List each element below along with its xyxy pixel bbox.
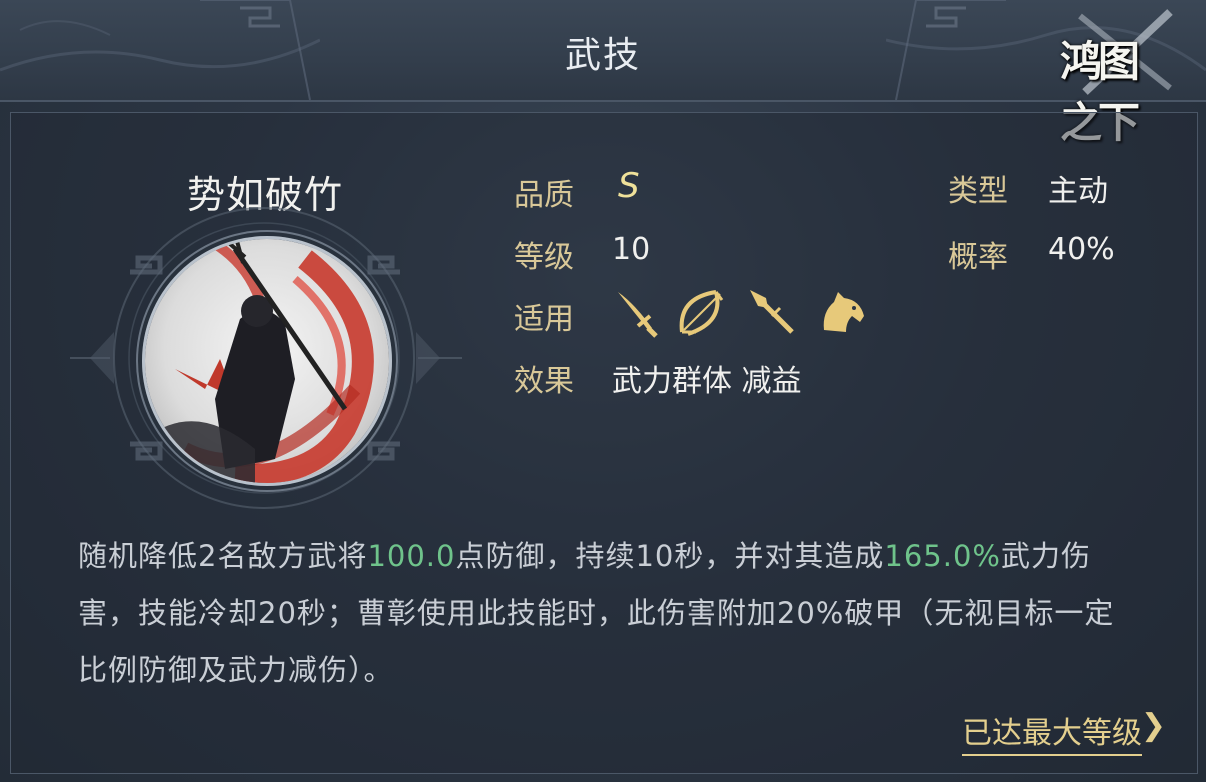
description-text-1: 随机降低2名敌方武将 (78, 539, 368, 573)
defense-reduction-value: 100.0 (367, 539, 456, 573)
effect-label: 效果 (514, 364, 574, 399)
warrior-artwork-icon (145, 239, 389, 483)
quality-value: S (618, 166, 640, 206)
type-label: 类型 (948, 174, 1008, 209)
skill-portrait (142, 236, 392, 486)
level-label: 等级 (514, 240, 574, 275)
level-value: 10 (612, 232, 651, 267)
chance-label: 概率 (948, 240, 1008, 275)
type-value: 主动 (1048, 174, 1108, 209)
bow-icon (679, 290, 724, 336)
sword-icon (618, 292, 658, 338)
description-text-2: 点防御，持续10秒，并对其造成 (455, 539, 885, 573)
spear-icon (750, 290, 794, 334)
chance-value: 40% (1048, 232, 1115, 267)
skill-description: 随机降低2名敌方武将100.0点防御，持续10秒，并对其造成165.0%武力伤害… (78, 528, 1138, 699)
game-logo: 鸿图之下 (1060, 6, 1190, 147)
quality-label: 品质 (514, 178, 574, 213)
chevron-right-icon[interactable]: ❯ (1141, 708, 1166, 743)
damage-percent-value: 165.0% (884, 539, 1001, 573)
horse-icon (823, 292, 864, 332)
effect-value: 武力群体 减益 (612, 364, 802, 399)
page-title: 武技 (564, 35, 641, 76)
header-bar: 武技 鸿图之下 (0, 0, 1206, 147)
skill-detail-screen: 武技 鸿图之下 势如破竹 品质 S 类型 主动 等级 10 概率 40% 适用 … (0, 0, 1206, 782)
applicable-label: 适用 (514, 302, 574, 337)
max-level-link[interactable]: 已达最大等级 (962, 708, 1142, 756)
